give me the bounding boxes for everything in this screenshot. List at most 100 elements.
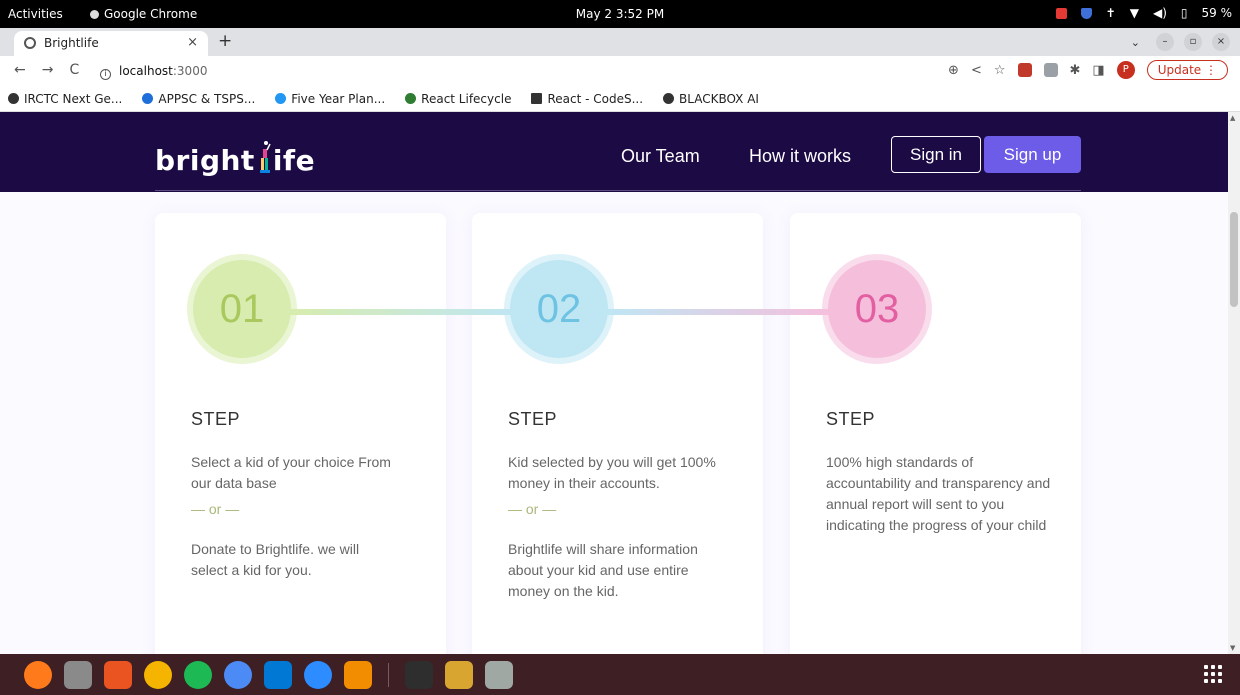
or-separator: — or — <box>191 501 240 517</box>
firefox-icon[interactable] <box>24 660 52 689</box>
wifi-icon: ▼ <box>1129 6 1139 20</box>
brightlife-logo[interactable]: bright ife <box>155 140 315 177</box>
bookmark-item[interactable]: React Lifecycle <box>405 92 511 106</box>
extension-grey-icon[interactable] <box>1043 63 1058 77</box>
funnel-icon <box>142 93 154 104</box>
info-icon[interactable]: i <box>100 69 111 80</box>
logo-text-right: ife <box>272 144 316 177</box>
ubuntu-dock <box>0 654 1240 695</box>
new-tab-button[interactable]: + <box>218 31 232 51</box>
step-label: STEP <box>191 409 241 429</box>
bookmark-item[interactable]: BLACKBOX AI <box>663 92 759 106</box>
logo-text-left: bright <box>155 144 255 177</box>
record-indicator-icon[interactable] <box>1055 7 1067 19</box>
shield-icon[interactable] <box>1080 7 1092 19</box>
step-alt-description: Donate to Brightlife. we will select a k… <box>191 541 360 578</box>
step-card <box>790 213 1081 654</box>
share-icon[interactable]: < <box>971 63 982 78</box>
url-port: :3000 <box>172 64 208 78</box>
nav-our-team[interactable]: Our Team <box>621 146 700 167</box>
bookmark-label: BLACKBOX AI <box>679 91 759 106</box>
step-connector-line <box>289 309 513 315</box>
vscode-icon[interactable] <box>264 660 292 689</box>
bookmark-item[interactable]: Five Year Plan... <box>275 92 385 106</box>
bookmark-item[interactable]: React - CodeS... <box>531 92 643 106</box>
extension-red-icon[interactable] <box>1017 63 1032 77</box>
bookmarks-bar: IRCTC Next Ge... APPSC & TSPS... Five Year… <box>0 86 1240 112</box>
vlc-icon[interactable] <box>344 660 372 689</box>
step-connector-line <box>606 309 830 315</box>
address-bar[interactable]: i localhost:3000 <box>100 64 207 80</box>
chevron-down-icon[interactable]: ⌄ <box>1131 36 1140 49</box>
sign-in-button[interactable]: Sign in <box>891 136 981 173</box>
tab-title: Brightlife <box>44 36 99 50</box>
star-icon[interactable]: ☆ <box>994 63 1006 78</box>
nav-how-it-works[interactable]: How it works <box>749 146 851 167</box>
maximize-button[interactable]: ▫ <box>1184 33 1202 51</box>
accessibility-icon[interactable]: ✝ <box>1106 6 1116 20</box>
step-alt-description: Brightlife will share information about … <box>508 541 698 599</box>
step-number-circle: 01 <box>193 260 291 358</box>
step-description: 100% high standards of accountability an… <box>826 454 1051 533</box>
bookmark-label: IRCTC Next Ge... <box>24 91 123 106</box>
chrome-icon[interactable] <box>144 660 172 689</box>
page-scrollbar[interactable]: ▲ ▼ <box>1228 112 1240 654</box>
forward-icon[interactable]: → <box>42 62 54 78</box>
toolbar-actions: ⊕ < ☆ ✱ ◨ P Update ⋮ <box>948 60 1228 80</box>
battery-percent: 59 % <box>1201 6 1233 20</box>
upload-circle-icon <box>275 93 287 104</box>
trash-icon[interactable] <box>485 660 513 689</box>
back-icon[interactable]: ← <box>14 62 26 78</box>
chromium-icon[interactable] <box>224 660 252 689</box>
w-logo-icon <box>405 93 417 104</box>
battery-icon: ▯ <box>1180 6 1188 20</box>
browser-tab[interactable]: Brightlife × <box>14 31 208 56</box>
close-window-button[interactable]: × <box>1212 33 1230 51</box>
avatar[interactable]: P <box>1116 61 1135 79</box>
app-menu[interactable]: Google Chrome <box>90 7 197 21</box>
step-description: Select a kid of your choice From our dat… <box>191 454 391 491</box>
show-apps-icon[interactable] <box>1204 665 1222 683</box>
zoom-icon[interactable]: ⊕ <box>948 63 959 78</box>
system-top-bar: Activities Google Chrome May 2 3:52 PM ✝… <box>0 0 1240 28</box>
bookmark-item[interactable]: IRCTC Next Ge... <box>8 92 122 106</box>
page-viewport: bright ife Our Team How it works Sign in… <box>0 112 1228 654</box>
step-card <box>155 213 446 654</box>
app-center-icon[interactable] <box>104 660 132 689</box>
minimize-button[interactable]: – <box>1156 33 1174 51</box>
bookmark-label: APPSC & TSPS... <box>158 91 256 106</box>
step-label: STEP <box>508 409 558 429</box>
step-description: Kid selected by you will get 100% money … <box>508 454 716 491</box>
zoom-icon[interactable] <box>304 660 332 689</box>
sign-up-button[interactable]: Sign up <box>984 136 1081 173</box>
app-name: Google Chrome <box>104 7 198 21</box>
globe-icon <box>24 37 36 49</box>
bookmark-label: React - CodeS... <box>547 91 644 106</box>
terminal-icon[interactable] <box>405 660 433 689</box>
globe-icon <box>663 93 675 104</box>
reload-icon[interactable]: C <box>69 62 79 78</box>
scrollbar-thumb[interactable] <box>1230 212 1238 307</box>
activities-button[interactable]: Activities <box>8 7 63 21</box>
files-icon[interactable] <box>64 660 92 689</box>
window-controls: ⌄ – ▫ × <box>1131 33 1230 51</box>
bookmark-label: React Lifecycle <box>421 91 512 106</box>
update-button[interactable]: Update ⋮ <box>1146 60 1228 80</box>
scroll-up-icon[interactable]: ▲ <box>1230 114 1235 122</box>
impress-icon[interactable] <box>445 660 473 689</box>
system-tray[interactable]: ✝ ▼ ◀) ▯ 59 % <box>1055 6 1233 20</box>
navbar-divider <box>155 190 1081 191</box>
spotify-icon[interactable] <box>184 660 212 689</box>
volume-icon: ◀) <box>1152 6 1167 20</box>
bookmark-item[interactable]: APPSC & TSPS... <box>142 92 255 106</box>
side-panel-icon[interactable]: ◨ <box>1092 63 1104 78</box>
close-tab-icon[interactable]: × <box>187 35 198 50</box>
nav-buttons: ← → C <box>14 62 79 78</box>
globe-icon <box>8 93 19 104</box>
url-host: localhost <box>119 64 173 78</box>
puzzle-icon[interactable]: ✱ <box>1070 63 1081 78</box>
scroll-down-icon[interactable]: ▼ <box>1230 644 1235 652</box>
dock-separator <box>388 662 389 687</box>
site-navbar: bright ife Our Team How it works Sign in… <box>0 112 1228 192</box>
update-label: Update <box>1157 63 1202 77</box>
